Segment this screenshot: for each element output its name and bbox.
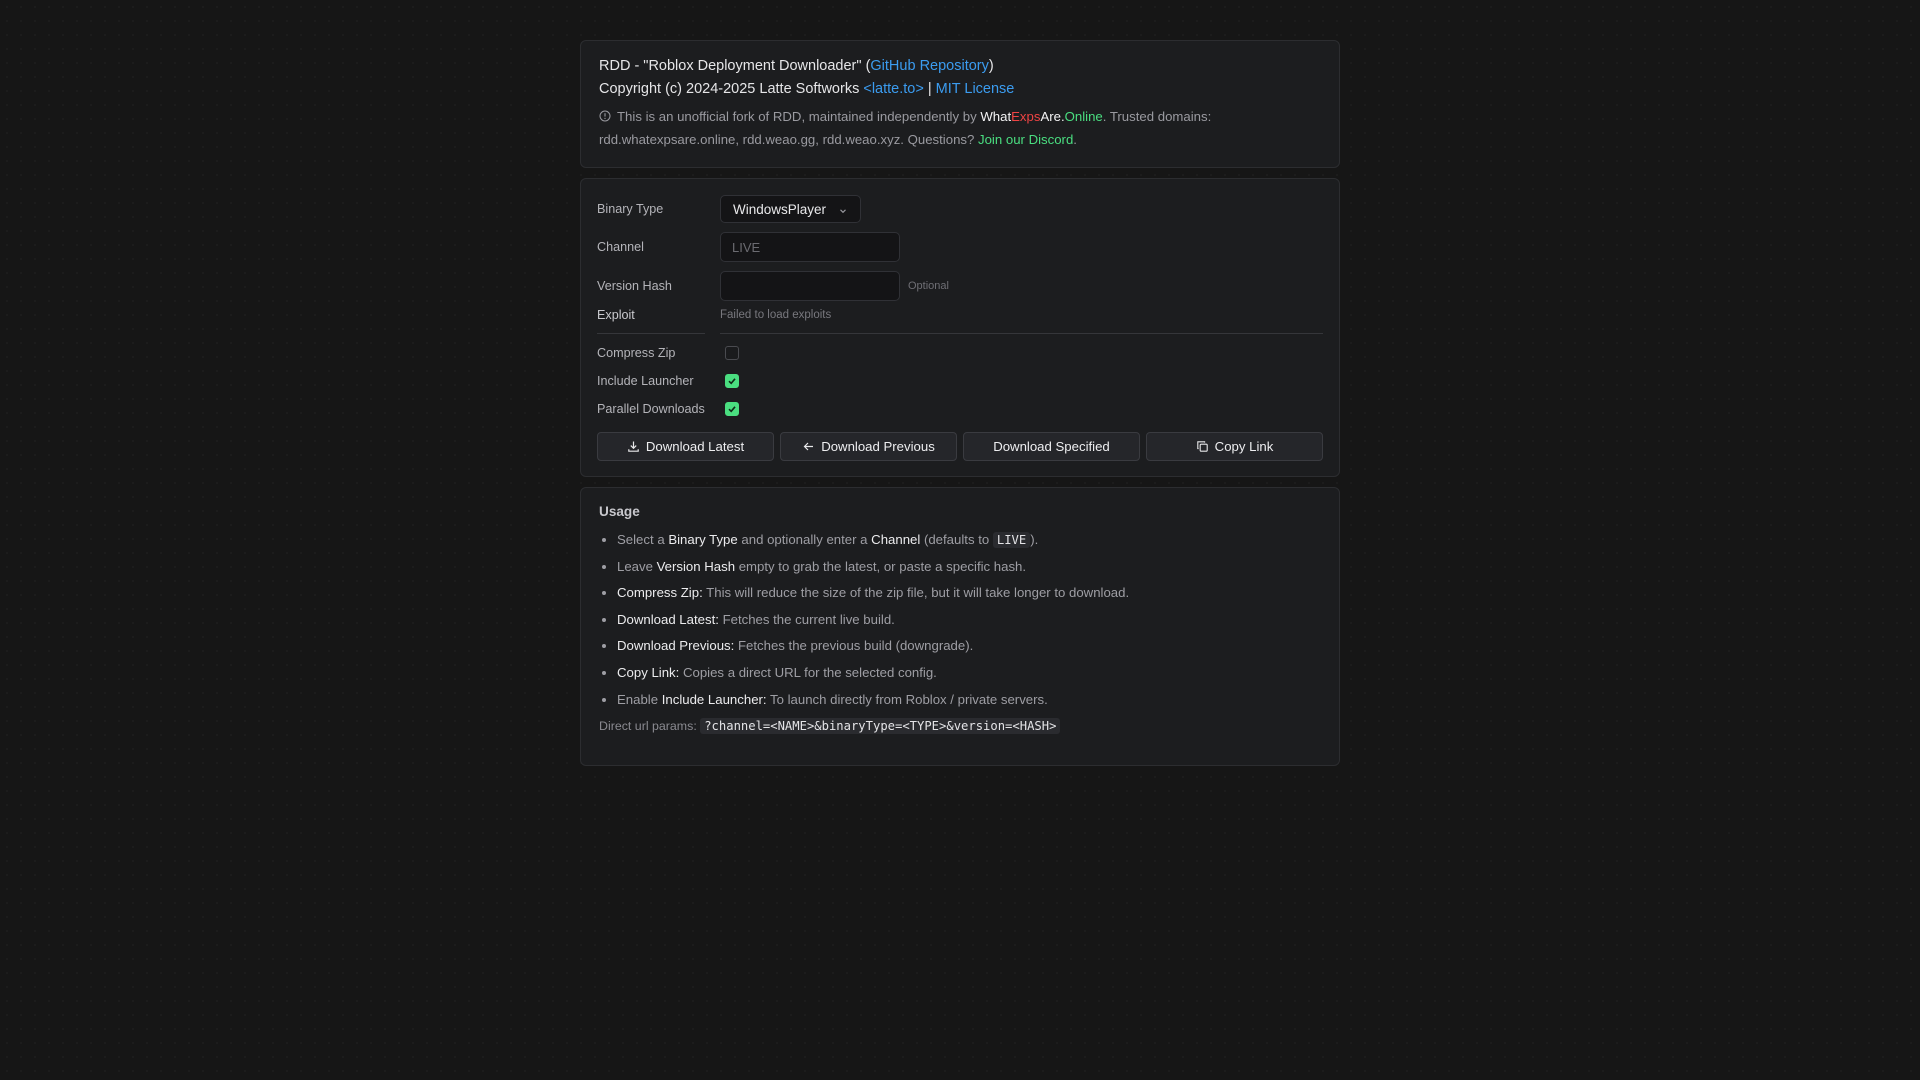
version-hash-row: Version Hash Optional (597, 271, 1323, 301)
copyright-text: Copyright (c) 2024-2025 Latte Softworks (599, 81, 864, 97)
usage-text: To launch directly from Roblox / private… (766, 691, 1048, 707)
parallel-downloads-label: Parallel Downloads (597, 402, 705, 416)
compress-zip-label: Compress Zip (597, 346, 676, 360)
binary-type-row: Binary Type WindowsPlayer (597, 195, 1323, 223)
brand-are: Are. (1040, 109, 1065, 124)
binary-type-label: Binary Type (597, 202, 664, 216)
usage-text: This will reduce the size of the zip fil… (702, 585, 1130, 601)
channel-input[interactable] (720, 232, 900, 262)
usage-highlight: Version Hash (656, 558, 736, 574)
list-item: Enable Include Launcher: To launch direc… (617, 687, 1321, 714)
title-prefix: RDD - "Roblox Deployment Downloader" ( (599, 58, 871, 74)
list-item: Compress Zip: This will reduce the size … (617, 580, 1321, 607)
list-item: Leave Version Hash empty to grab the lat… (617, 554, 1321, 581)
channel-label: Channel (597, 240, 644, 254)
download-specified-button[interactable]: Download Specified (963, 432, 1140, 461)
version-hash-hint: Optional (908, 280, 949, 292)
usage-text: Fetches the current live build. (718, 611, 895, 627)
download-previous-label: Download Previous (821, 439, 935, 454)
latte-link[interactable]: <latte.to> (863, 81, 923, 97)
mit-license-link[interactable]: MIT License (936, 81, 1015, 97)
parallel-downloads-row: Parallel Downloads (597, 402, 1323, 416)
usage-text: and optionally enter a (737, 532, 872, 547)
chevron-down-icon (838, 204, 848, 214)
divider (720, 333, 1323, 334)
usage-text: Fetches the previous build (downgrade). (734, 638, 974, 654)
usage-text: (defaults to (920, 532, 993, 547)
copy-link-button[interactable]: Copy Link (1146, 432, 1323, 461)
usage-text: Select a (617, 532, 669, 547)
usage-highlight: Binary Type (668, 532, 738, 547)
brand-what: What (980, 109, 1012, 124)
channel-row: Channel (597, 232, 1323, 262)
usage-highlight: Download Previous: (617, 638, 735, 654)
github-repository-link[interactable]: GitHub Repository (870, 58, 988, 74)
usage-highlight: Compress Zip: (617, 585, 703, 601)
params-label: Direct url params: (599, 719, 701, 734)
compress-zip-row: Compress Zip (597, 346, 1323, 360)
list-item: Download Latest: Fetches the current liv… (617, 607, 1321, 634)
usage-text: Enable (617, 691, 662, 707)
download-latest-button[interactable]: Download Latest (597, 432, 774, 461)
usage-title: Usage (599, 504, 640, 519)
header-card: RDD - "Roblox Deployment Downloader" (Gi… (580, 40, 1340, 168)
check-icon (728, 406, 736, 413)
copy-icon (1196, 441, 1208, 452)
download-specified-label: Download Specified (993, 439, 1110, 454)
include-launcher-row: Include Launcher (597, 374, 1323, 388)
usage-text: ). (1030, 532, 1039, 547)
list-item: Select a Binary Type and optionally ente… (617, 527, 1321, 554)
info-circle-icon (599, 106, 611, 122)
params-code: ?channel=<NAME>&binaryType=<TYPE>&versio… (700, 718, 1061, 735)
notice-end: . (1073, 132, 1077, 147)
action-buttons: Download Latest Download Previous Downlo… (597, 432, 1323, 461)
brand-exps: Exps (1011, 109, 1041, 124)
notice-prefix: This is an unofficial fork of RDD, maint… (617, 109, 981, 124)
usage-highlight: Download Latest: (617, 611, 719, 627)
exploit-label: Exploit (597, 308, 635, 322)
usage-highlight: Channel (871, 532, 921, 547)
exploit-row: Exploit Failed to load exploits (597, 308, 1323, 322)
version-hash-label: Version Hash (597, 279, 672, 293)
usage-card: Usage Select a Binary Type and optionall… (580, 487, 1340, 766)
main-container: RDD - "Roblox Deployment Downloader" (Gi… (580, 40, 1340, 766)
usage-highlight: Copy Link: (617, 664, 680, 680)
fork-notice: This is an unofficial fork of RDD, maint… (599, 105, 1321, 151)
divider (597, 333, 705, 334)
usage-list: Select a Binary Type and optionally ente… (599, 527, 1321, 713)
title-suffix: ) (988, 58, 994, 74)
usage-highlight: Include Launcher: (661, 691, 767, 707)
usage-text: Leave (617, 558, 657, 574)
copyright-line: Copyright (c) 2024-2025 Latte Softworks … (599, 78, 1321, 101)
link-separator: | (923, 81, 936, 97)
list-item: Download Previous: Fetches the previous … (617, 633, 1321, 660)
download-previous-button[interactable]: Download Previous (780, 432, 957, 461)
check-icon (728, 378, 736, 385)
usage-text: empty to grab the latest, or paste a spe… (735, 558, 1027, 574)
direct-url-params: Direct url params: ?channel=<NAME>&binar… (599, 718, 1321, 735)
discord-link[interactable]: Join our Discord (978, 132, 1073, 147)
binary-type-select[interactable]: WindowsPlayer (720, 195, 862, 223)
list-item: Copy Link: Copies a direct URL for the s… (617, 660, 1321, 687)
compress-zip-checkbox[interactable] (725, 346, 739, 360)
brand-online: Online (1064, 109, 1103, 124)
live-code: LIVE (992, 532, 1031, 548)
include-launcher-label: Include Launcher (597, 374, 694, 388)
include-launcher-checkbox[interactable] (725, 374, 739, 388)
arrow-left-icon (803, 442, 814, 451)
parallel-downloads-checkbox[interactable] (725, 402, 739, 416)
usage-text: Copies a direct URL for the selected con… (679, 664, 937, 680)
copy-link-label: Copy Link (1214, 439, 1274, 454)
title-line: RDD - "Roblox Deployment Downloader" (Gi… (599, 55, 1321, 78)
download-latest-label: Download Latest (645, 439, 745, 454)
download-icon (628, 441, 639, 452)
version-hash-input[interactable] (720, 271, 900, 301)
binary-type-value: WindowsPlayer (733, 201, 827, 217)
exploit-status: Failed to load exploits (720, 309, 832, 321)
download-form-card: Binary Type WindowsPlayer Channel Versio… (580, 178, 1340, 477)
